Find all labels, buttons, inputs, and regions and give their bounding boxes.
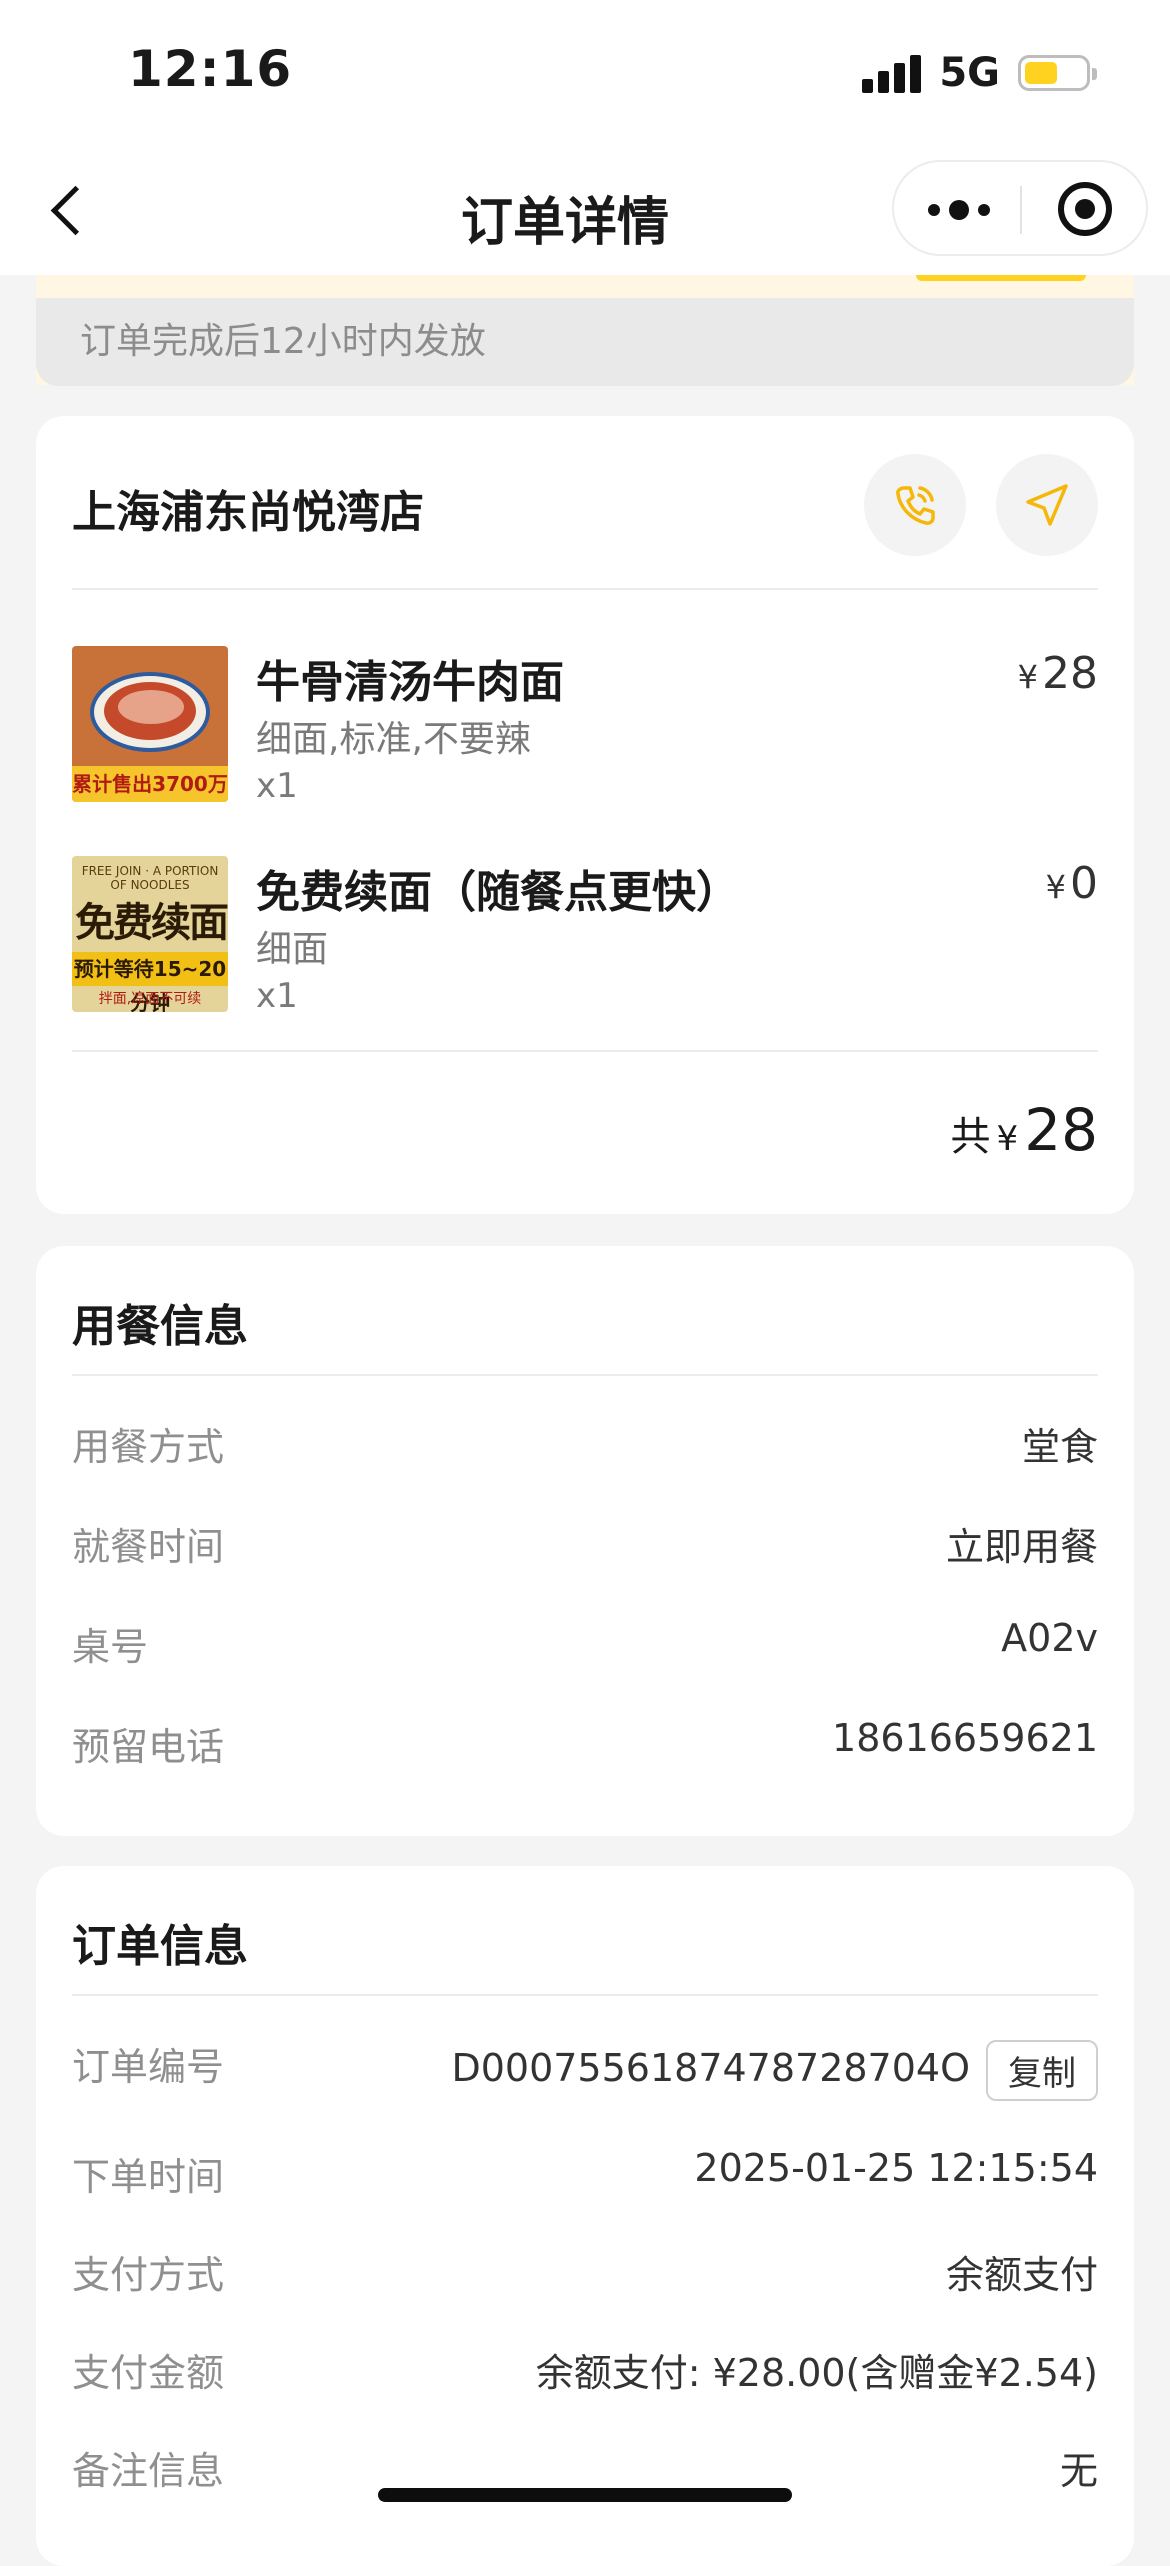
- item-image: 累计售出3700万+碗: [72, 646, 228, 802]
- call-store-button[interactable]: [864, 454, 966, 556]
- item-spec: 细面,标准,不要辣: [256, 719, 531, 760]
- status-time: 12:16: [128, 40, 293, 98]
- notice-text: 订单完成后12小时内发放: [36, 298, 1134, 386]
- dine-info-card: 用餐信息 用餐方式 堂食 就餐时间 立即用餐 桌号 A02v 预留电话 18616659…: [36, 1246, 1134, 1836]
- info-row-order-number: 订单编号 D0007556187478728704O 复制: [72, 2036, 1098, 2101]
- total-amount: 28: [1024, 1096, 1098, 1164]
- total-label: 共: [950, 1114, 991, 1160]
- info-row-dine-mode: 用餐方式 堂食: [72, 1425, 1098, 1469]
- info-row-pay-amount: 支付金额 余额支付: ¥28.00(含赠金¥2.54): [72, 2351, 1098, 2395]
- item-name: 免费续面（随餐点更快）: [256, 867, 740, 918]
- phone-icon: [896, 486, 935, 525]
- status-bar: 12:16 5G: [0, 0, 1170, 150]
- info-row-order-time: 下单时间 2025-01-25 12:15:54: [72, 2146, 1098, 2199]
- capsule-divider: [1020, 186, 1022, 234]
- item-price: ¥28: [1017, 648, 1098, 699]
- item-spec: 细面: [256, 929, 329, 970]
- store-card: 上海浦东尚悦湾店 累计售出3700万+碗 牛骨清汤牛肉面 细面,标准,不要辣 x…: [36, 416, 1134, 1214]
- record-icon[interactable]: [1058, 182, 1112, 236]
- order-info-card: 订单信息 订单编号 D0007556187478728704O 复制 下单时间 20…: [36, 1866, 1134, 2566]
- section-title: 订单信息: [72, 1921, 248, 1972]
- nav-bar: 订单详情: [0, 150, 1170, 275]
- action-button-remnant: [916, 275, 1086, 281]
- status-indicators: 5G: [862, 50, 1097, 96]
- copy-button[interactable]: 复制: [986, 2040, 1098, 2101]
- navigate-store-button[interactable]: [996, 454, 1098, 556]
- store-name: 上海浦东尚悦湾店: [72, 487, 424, 538]
- order-item[interactable]: 累计售出3700万+碗 牛骨清汤牛肉面 细面,标准,不要辣 x1 ¥28: [72, 646, 1098, 806]
- info-row-phone: 预留电话 18616659621: [72, 1716, 1098, 1769]
- divider: [72, 588, 1098, 590]
- signal-icon: [862, 53, 922, 93]
- info-row-pay-method: 支付方式 余额支付: [72, 2253, 1098, 2297]
- network-type: 5G: [939, 50, 1000, 96]
- order-number: D0007556187478728704O: [451, 2046, 970, 2090]
- item-image: FREE JOIN · A PORTION OF NOODLES 免费续面 预计…: [72, 856, 228, 1012]
- divider: [72, 1050, 1098, 1052]
- order-total: 共 ¥28: [950, 1096, 1098, 1164]
- divider: [72, 1994, 1098, 1996]
- order-item[interactable]: FREE JOIN · A PORTION OF NOODLES 免费续面 预计…: [72, 856, 1098, 1016]
- mini-program-capsule: [892, 160, 1148, 256]
- item-qty: x1: [256, 976, 298, 1016]
- item-name: 牛骨清汤牛肉面: [256, 657, 564, 708]
- home-indicator: [378, 2488, 792, 2502]
- item-price: ¥0: [1045, 858, 1098, 909]
- info-row-table-number: 桌号 A02v: [72, 1616, 1098, 1669]
- section-title: 用餐信息: [72, 1301, 248, 1352]
- info-row-dine-time: 就餐时间 立即用餐: [72, 1525, 1098, 1569]
- navigate-icon: [1026, 484, 1068, 526]
- item-qty: x1: [256, 766, 298, 806]
- more-icon[interactable]: [928, 200, 990, 220]
- divider: [72, 1374, 1098, 1376]
- battery-icon: [1018, 55, 1097, 91]
